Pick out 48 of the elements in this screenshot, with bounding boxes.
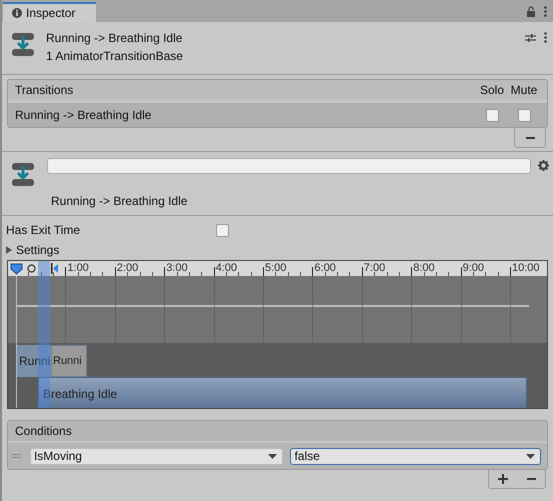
exit-time-checkbox[interactable] [216,224,229,236]
time-label: 7:00 [364,262,386,275]
time-label: 8:00 [413,262,435,275]
column-header: Solo [478,82,506,98]
time-label: 9:00 [462,262,484,275]
name-input-field[interactable] [47,158,531,174]
settings-foldout[interactable]: Settings [2,240,553,260]
animation-clip[interactable]: Runni [51,345,87,377]
list-title: Transitions [15,82,74,98]
time-label: 1:00 [67,262,89,275]
info-icon [12,8,22,18]
parameter-dropdown[interactable]: IsMoving [30,448,284,464]
time-label: 4:00 [216,262,238,275]
triangle-icon [5,246,13,254]
time-label: 3:00 [166,262,188,275]
time-label: 6:00 [314,262,336,275]
time-label: 2:00 [116,262,138,275]
time-label: 5:00 [265,262,286,275]
list-title: Conditions [15,423,72,440]
mute-checkbox[interactable] [518,108,530,122]
loop-icon [27,264,36,273]
solo-checkbox[interactable] [486,108,498,122]
field-label: Has Exit Time [6,222,82,239]
minus-icon [526,136,534,138]
transition-label: Running -> Breathing Idle [51,193,188,210]
transition-icon [12,33,34,56]
drag-handle-icon[interactable] [12,454,21,458]
transition-icon [12,163,34,186]
more-icon[interactable] [544,32,547,43]
sliders-icon[interactable] [525,32,536,42]
end-marker-icon[interactable] [51,263,58,274]
caret-icon [526,454,535,458]
plus-icon [498,474,508,484]
transition-row[interactable]: Running -> Breathing Idle [8,103,547,127]
animation-clip[interactable]: Breathing Idle [38,377,527,408]
remove-button[interactable] [514,128,546,148]
column-header: Mute [510,82,538,98]
value-dropdown[interactable]: false [290,448,541,464]
time-label: 10:00 [512,262,540,275]
inspector-tab[interactable]: Inspector [3,2,96,22]
settings-icon[interactable] [538,160,549,171]
object-title: Running -> Breathing Idle [46,32,183,45]
lock-icon[interactable] [526,6,536,17]
minus-icon [526,478,536,480]
transition-clip[interactable]: Runni [16,345,51,377]
object-subtitle: 1 AnimatorTransitionBase [46,50,183,63]
more-icon[interactable] [544,6,547,17]
caret-icon [268,454,278,458]
